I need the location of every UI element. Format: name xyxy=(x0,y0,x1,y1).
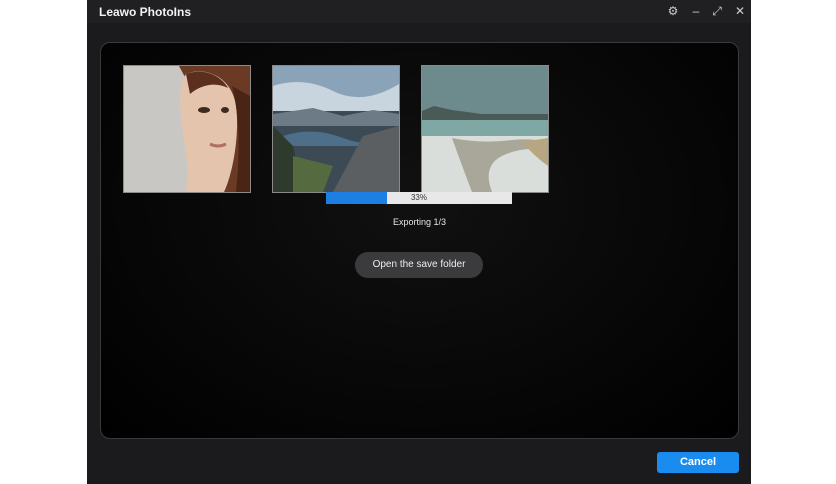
cancel-button[interactable]: Cancel xyxy=(657,452,739,473)
gear-icon[interactable]: ⚙ xyxy=(663,2,683,20)
maximize-icon[interactable]: ⤢ xyxy=(707,2,727,20)
coastal-river-photo xyxy=(421,65,549,193)
export-panel: 33% Exporting 1/3 Open the save folder xyxy=(100,42,739,439)
progress-percent: 33% xyxy=(410,193,427,202)
export-progress-bar: 33% xyxy=(326,192,512,204)
mountain-fjord-photo xyxy=(272,65,400,193)
close-icon[interactable]: ✕ xyxy=(730,2,750,20)
portrait-photo xyxy=(123,65,251,193)
minimize-icon[interactable]: – xyxy=(686,2,706,20)
app-title: Leawo PhotoIns xyxy=(99,5,192,19)
title-bar: Leawo PhotoIns ⚙ – ⤢ ✕ xyxy=(87,0,751,23)
app-window: Leawo PhotoIns ⚙ – ⤢ ✕ 33% Exporting 1/3… xyxy=(87,0,751,484)
export-status: Exporting 1/3 xyxy=(392,217,447,227)
open-save-folder-button[interactable]: Open the save folder xyxy=(355,252,483,278)
